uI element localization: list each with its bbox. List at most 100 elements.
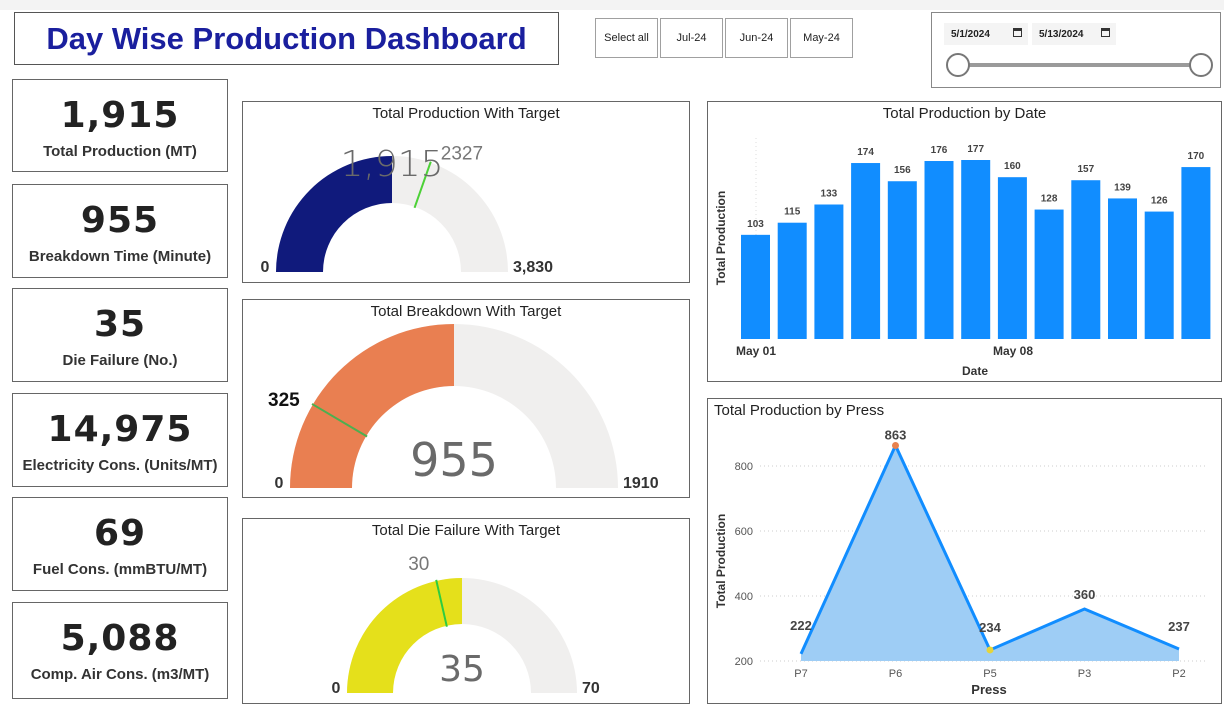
dashboard-title: Day Wise Production Dashboard [46, 20, 527, 56]
kpi-value: 1,915 [60, 95, 180, 136]
range-handle-end[interactable] [1189, 53, 1213, 77]
end-date-value: 5/13/2024 [1039, 28, 1084, 40]
bar-data-label: 170 [1188, 151, 1205, 162]
area-data-label: 234 [979, 620, 1001, 635]
bar[interactable] [997, 177, 1027, 339]
kpi-label: Electricity Cons. (Units/MT) [22, 457, 218, 474]
end-date-field[interactable]: 5/13/2024 [1032, 23, 1116, 45]
start-date-value: 5/1/2024 [951, 28, 990, 40]
bar[interactable] [961, 160, 991, 339]
area-chart-x-tick-label: P3 [1078, 668, 1091, 680]
bar-data-label: 177 [967, 144, 984, 155]
bar-data-label: 160 [1004, 161, 1021, 172]
bar[interactable] [1108, 198, 1137, 339]
bar[interactable] [1144, 211, 1174, 339]
range-handle-start[interactable] [946, 53, 970, 77]
kpi-electricity-consumption: 14,975 Electricity Cons. (Units/MT) [12, 393, 228, 487]
gauge-target-label: 30 [408, 554, 429, 575]
chart-panel-production-by-date: Total Production by Date Total Productio… [707, 101, 1222, 382]
bar-chart-y-axis-label: Total Production [714, 191, 728, 285]
gauge-panel-breakdown: Total Breakdown With Target 325 955 0 19… [242, 299, 690, 498]
bar[interactable] [741, 234, 770, 339]
slicer-jul-24[interactable]: Jul-24 [660, 18, 723, 58]
area-chart-y-tick-label: 800 [735, 461, 753, 473]
kpi-value: 5,088 [60, 618, 180, 659]
gauge-value-label: 35 [439, 649, 485, 690]
area-chart-svg: Total Production Press 200 400 600 800 222 P7… [714, 428, 1208, 697]
bar[interactable] [887, 181, 917, 339]
dashboard-title-box: Day Wise Production Dashboard [14, 12, 559, 65]
kpi-value: 14,975 [47, 409, 193, 450]
area-data-label: 863 [885, 428, 907, 443]
area-point-marker[interactable] [986, 646, 994, 654]
range-track[interactable] [958, 63, 1202, 67]
area-chart-x-tick-label: P6 [889, 668, 902, 680]
area-chart-x-tick-label: P5 [983, 668, 996, 680]
area-data-label: 222 [790, 618, 812, 633]
bar-chart-x-tick-label: May 08 [993, 344, 1033, 358]
gauge-target-label: 325 [268, 390, 300, 411]
bar-data-label: 126 [1151, 196, 1168, 207]
bar-data-label: 139 [1114, 182, 1131, 193]
kpi-label: Die Failure (No.) [62, 352, 178, 369]
slicer-jun-24[interactable]: Jun-24 [725, 18, 788, 58]
slicer-select-all[interactable]: Select all [595, 18, 658, 58]
gauge-die-failure-svg: 30 35 0 70 [332, 554, 600, 697]
kpi-value: 955 [80, 200, 160, 241]
bar-data-label: 115 [784, 207, 801, 218]
gauge-max-label: 70 [582, 680, 600, 697]
bar[interactable] [1181, 167, 1211, 339]
gauge-production-svg: 2327 1,915 0 3,830 [261, 144, 554, 276]
kpi-label: Fuel Cons. (mmBTU/MT) [32, 561, 208, 578]
calendar-icon[interactable] [1101, 28, 1110, 37]
date-range-slicer: 5/1/2024 5/13/2024 [931, 12, 1221, 88]
kpi-compressed-air-consumption: 5,088 Comp. Air Cons. (m3/MT) [12, 602, 228, 699]
area-chart-y-tick-label: 200 [735, 656, 753, 668]
gauge-min-label: 0 [275, 475, 284, 492]
bar[interactable] [1034, 209, 1064, 339]
bar[interactable] [1071, 180, 1101, 339]
gauge-value-label: 1,915 [340, 144, 443, 185]
kpi-label: Comp. Air Cons. (m3/MT) [30, 666, 210, 683]
bar-data-label: 157 [1077, 164, 1094, 175]
gauge-panel-die-failure: Total Die Failure With Target 30 35 0 70 [242, 518, 690, 704]
bar[interactable] [777, 222, 807, 339]
area-point-marker[interactable] [892, 442, 899, 450]
bar-data-label: 128 [1041, 194, 1058, 205]
area-chart-y-tick-label: 600 [735, 526, 753, 538]
area-chart-x-tick-label: P2 [1172, 668, 1185, 680]
start-date-field[interactable]: 5/1/2024 [944, 23, 1028, 45]
bar-data-label: 156 [894, 165, 911, 176]
bar[interactable] [851, 163, 881, 339]
kpi-total-production: 1,915 Total Production (MT) [12, 79, 228, 172]
kpi-label: Total Production (MT) [43, 143, 197, 160]
bar[interactable] [814, 204, 844, 339]
gauge-target-label: 2327 [441, 144, 483, 165]
gauge-min-label: 0 [261, 259, 270, 276]
bar-data-label: 103 [747, 219, 764, 230]
kpi-value: 69 [93, 513, 147, 554]
gauge-max-label: 1910 [623, 475, 659, 492]
bar-chart-svg: Total Production Date May 01 May 08 103 1… [714, 138, 1211, 378]
area-chart-x-tick-label: P7 [794, 668, 807, 680]
slicer-may-24[interactable]: May-24 [790, 18, 853, 58]
kpi-fuel-consumption: 69 Fuel Cons. (mmBTU/MT) [12, 497, 228, 591]
area-data-label: 237 [1168, 619, 1190, 634]
kpi-label: Breakdown Time (Minute) [28, 248, 212, 265]
gauge-max-label: 3,830 [513, 259, 553, 276]
bar-chart-x-axis-label: Date [962, 364, 988, 378]
gauge-value-label: 955 [410, 433, 498, 487]
bar-data-label: 176 [931, 145, 948, 156]
chart-panel-production-by-press: Total Production by Press Total Producti… [707, 398, 1222, 704]
top-strip [0, 0, 1224, 10]
kpi-die-failure: 35 Die Failure (No.) [12, 288, 228, 382]
area-chart-y-axis-label: Total Production [714, 514, 728, 608]
gauge-min-label: 0 [332, 680, 341, 697]
bar-chart-x-tick-label: May 01 [736, 344, 776, 358]
bar-data-label: 133 [821, 188, 838, 199]
bar-data-label: 174 [857, 147, 874, 158]
calendar-icon[interactable] [1013, 28, 1022, 37]
area-chart-y-tick-label: 400 [735, 591, 753, 603]
bar[interactable] [924, 161, 954, 339]
gauge-panel-production: Total Production With Target 2327 1,915 … [242, 101, 690, 283]
